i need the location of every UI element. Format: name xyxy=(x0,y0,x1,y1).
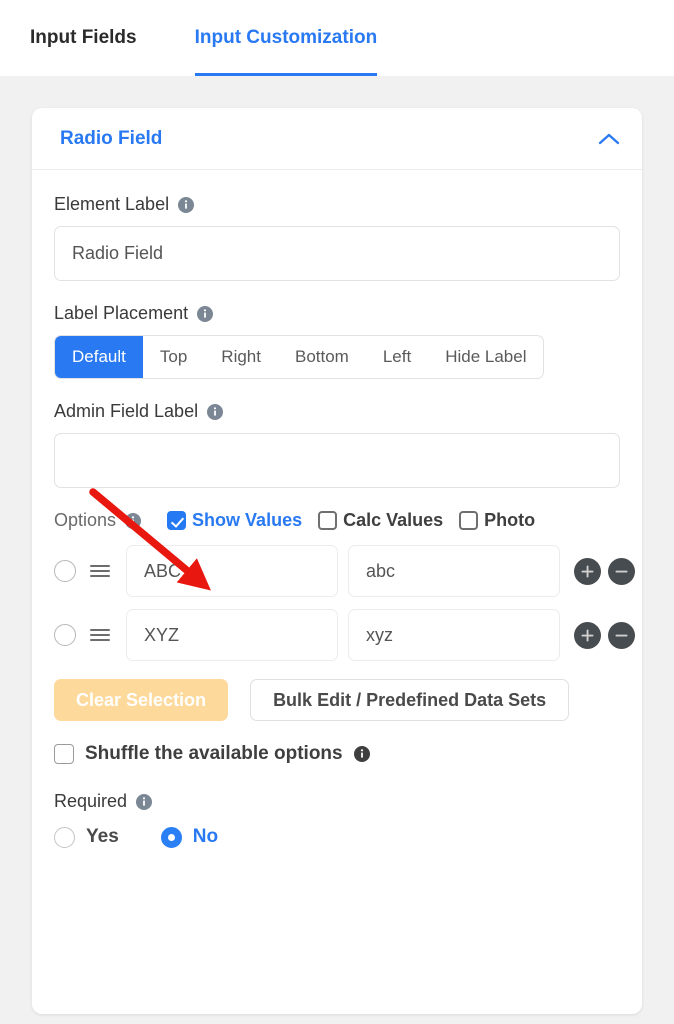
options-label-text: Options xyxy=(54,510,117,530)
info-icon[interactable] xyxy=(136,793,153,810)
option-actions: Clear Selection Bulk Edit / Predefined D… xyxy=(54,679,620,721)
option-label-input-1[interactable] xyxy=(126,545,338,597)
segment-default[interactable]: Default xyxy=(55,336,143,378)
card-title: Radio Field xyxy=(60,127,163,149)
photo-label: Photo xyxy=(484,510,536,530)
show-values-label: Show Values xyxy=(192,510,303,530)
show-values-checkbox[interactable] xyxy=(167,511,187,530)
page-root: Input Fields Input Customization Radio F… xyxy=(0,0,674,1024)
required-yes-radio[interactable] xyxy=(54,826,75,848)
remove-option-button-2[interactable] xyxy=(608,621,635,649)
required-radio-group: Yes No xyxy=(54,826,620,848)
info-icon[interactable] xyxy=(197,305,214,322)
shuffle-checkbox[interactable] xyxy=(54,744,74,764)
options-row: Options Show Values Calc Values Photo xyxy=(54,510,620,531)
clear-selection-button[interactable]: Clear Selection xyxy=(54,679,229,721)
info-icon[interactable] xyxy=(353,746,370,762)
minus-icon xyxy=(615,634,628,636)
show-values-item[interactable]: Show Values xyxy=(167,510,302,531)
table-row xyxy=(54,545,635,597)
required-no-item[interactable]: No xyxy=(160,826,219,848)
required-yes-item[interactable]: Yes xyxy=(54,826,119,848)
required-yes-label: Yes xyxy=(86,826,119,847)
info-icon[interactable] xyxy=(178,196,195,213)
label-placement-block: Label Placement Default Top Right Bottom… xyxy=(54,303,620,379)
label-placement-segmented-control: Default Top Right Bottom Left Hide Label xyxy=(54,335,545,379)
admin-field-label-text: Admin Field Label xyxy=(54,401,199,421)
required-no-label: No xyxy=(192,826,219,847)
admin-field-label-block: Admin Field Label xyxy=(54,401,620,488)
segment-bottom[interactable]: Bottom xyxy=(278,336,366,378)
tab-bar: Input Fields Input Customization xyxy=(0,0,674,76)
radio-field-card: Radio Field Element Label Radio Field La… xyxy=(32,108,642,1014)
segment-top[interactable]: Top xyxy=(143,336,204,378)
element-label-text: Element Label xyxy=(54,194,170,214)
calc-values-item[interactable]: Calc Values xyxy=(318,510,443,531)
segment-left[interactable]: Left xyxy=(366,336,428,378)
add-option-button-2[interactable] xyxy=(574,621,601,649)
option-value-input-1[interactable] xyxy=(348,545,560,597)
segment-right[interactable]: Right xyxy=(204,336,278,378)
option-value-input-2[interactable] xyxy=(348,609,560,661)
card-body: Element Label Label Placement xyxy=(32,170,642,848)
photo-item[interactable]: Photo xyxy=(459,510,535,531)
element-label-input[interactable] xyxy=(54,226,620,281)
shuffle-label: Shuffle the available options xyxy=(85,743,343,764)
required-block: Required Yes No xyxy=(54,791,620,848)
admin-field-label-caption: Admin Field Label xyxy=(54,401,620,422)
option-radio-2[interactable] xyxy=(54,624,76,646)
chevron-up-icon[interactable] xyxy=(598,132,620,146)
admin-field-label-input[interactable] xyxy=(54,433,620,488)
tab-input-customization[interactable]: Input Customization xyxy=(194,0,408,76)
info-icon[interactable] xyxy=(125,512,142,529)
required-label-text: Required xyxy=(54,791,128,811)
required-caption: Required xyxy=(54,791,620,812)
photo-checkbox[interactable] xyxy=(459,511,479,530)
element-label-block: Element Label xyxy=(54,194,620,281)
drag-handle-icon[interactable] xyxy=(88,627,112,643)
plus-icon xyxy=(581,629,594,641)
tab-input-customization-label: Input Customization xyxy=(194,27,378,48)
plus-icon xyxy=(581,565,594,577)
tab-input-fields-label: Input Fields xyxy=(30,27,137,48)
add-option-button-1[interactable] xyxy=(574,557,601,585)
label-placement-caption: Label Placement xyxy=(54,303,620,324)
remove-option-button-1[interactable] xyxy=(608,557,635,585)
table-row xyxy=(54,609,635,661)
segment-hide-label[interactable]: Hide Label xyxy=(428,336,543,378)
drag-handle-icon[interactable] xyxy=(88,563,112,579)
bulk-edit-button[interactable]: Bulk Edit / Predefined Data Sets xyxy=(250,679,570,721)
option-radio-1[interactable] xyxy=(54,560,76,582)
label-placement-text: Label Placement xyxy=(54,303,189,323)
minus-icon xyxy=(615,570,628,572)
shuffle-row[interactable]: Shuffle the available options xyxy=(54,743,620,765)
required-no-radio[interactable] xyxy=(160,826,182,848)
element-label-caption: Element Label xyxy=(54,194,620,215)
option-label-input-2[interactable] xyxy=(126,609,338,661)
calc-values-checkbox[interactable] xyxy=(318,511,338,530)
tab-input-fields[interactable]: Input Fields xyxy=(0,0,167,76)
options-caption: Options xyxy=(54,510,142,531)
calc-values-label: Calc Values xyxy=(343,510,444,530)
card-header[interactable]: Radio Field xyxy=(32,108,642,170)
info-icon[interactable] xyxy=(207,403,224,420)
